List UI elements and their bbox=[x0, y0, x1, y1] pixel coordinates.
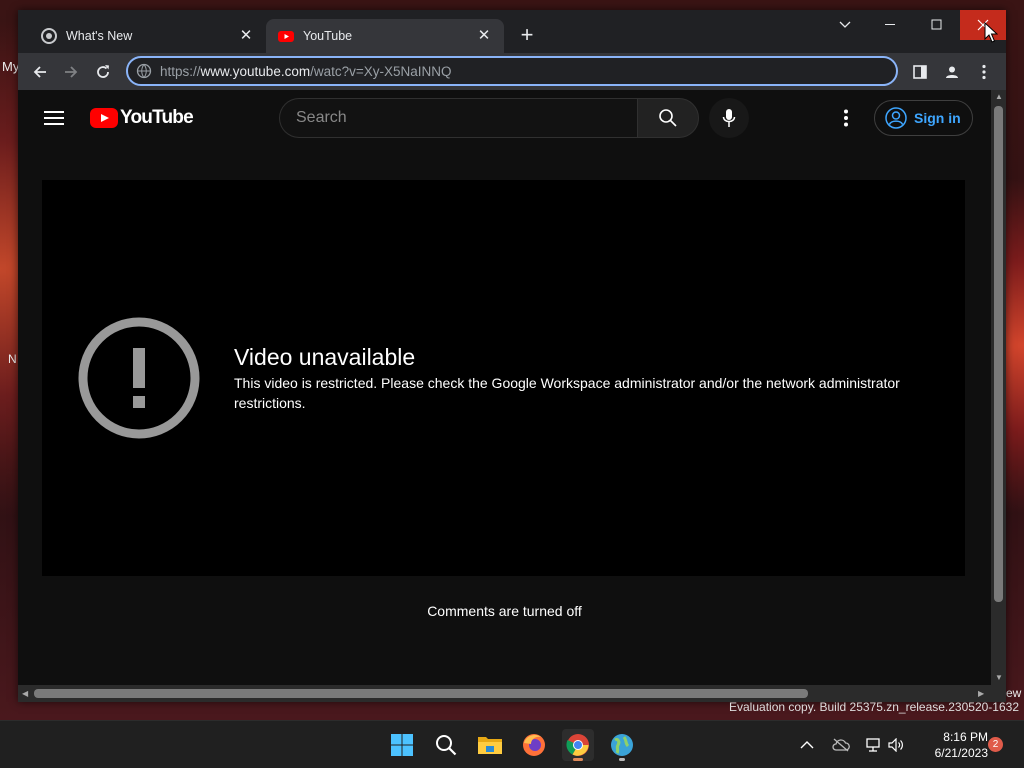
start-button[interactable] bbox=[386, 729, 418, 761]
new-tab-button[interactable]: + bbox=[516, 24, 538, 47]
search-icon bbox=[659, 109, 677, 127]
url-text: https://www.youtube.com/watc?v=Xy-X5NaIN… bbox=[160, 63, 452, 79]
side-panel-icon bbox=[913, 65, 927, 79]
evaluation-watermark: Evaluation copy. Build 25375.zn_release.… bbox=[729, 700, 1019, 714]
search-field[interactable] bbox=[279, 98, 637, 138]
arrow-left-icon bbox=[33, 66, 46, 78]
mouse-cursor-icon bbox=[984, 22, 998, 43]
youtube-logo-text: YouTube bbox=[120, 107, 194, 128]
scrollbar-thumb[interactable] bbox=[994, 106, 1003, 602]
site-info-icon[interactable] bbox=[136, 63, 152, 79]
windows-start-icon bbox=[391, 734, 413, 756]
desktop-label: ew bbox=[1006, 686, 1022, 700]
tab-strip: What's New ✕ YouTube ✕ + bbox=[18, 10, 1006, 53]
desktop-label: My bbox=[2, 59, 20, 74]
maximize-icon bbox=[931, 19, 942, 30]
tab-title: YouTube bbox=[303, 29, 353, 43]
back-button[interactable] bbox=[27, 59, 53, 85]
sign-in-label: Sign in bbox=[914, 110, 961, 126]
chevron-up-icon bbox=[800, 741, 814, 749]
tab-whats-new[interactable]: What's New ✕ bbox=[22, 19, 266, 53]
search-button[interactable] bbox=[637, 98, 699, 138]
kebab-menu-icon bbox=[844, 109, 848, 127]
close-window-button[interactable] bbox=[960, 10, 1006, 40]
browser-toolbar: https://www.youtube.com/watc?v=Xy-X5NaIN… bbox=[18, 53, 1006, 90]
taskbar-clock[interactable]: 8:16 PM 6/21/2023 bbox=[912, 729, 988, 761]
voice-search-button[interactable] bbox=[709, 98, 749, 138]
scroll-right-icon[interactable]: ▶ bbox=[978, 689, 984, 698]
network-button[interactable] bbox=[864, 721, 882, 768]
minimize-icon bbox=[885, 24, 895, 25]
sign-in-button[interactable]: Sign in bbox=[874, 100, 973, 136]
scroll-left-icon[interactable]: ◀ bbox=[22, 689, 28, 698]
youtube-favicon bbox=[278, 31, 294, 42]
side-panel-button[interactable] bbox=[907, 59, 933, 85]
address-bar[interactable]: https://www.youtube.com/watc?v=Xy-X5NaIN… bbox=[126, 56, 898, 86]
firefox-icon bbox=[523, 734, 545, 756]
maximize-button[interactable] bbox=[914, 10, 960, 40]
chevron-down-icon bbox=[839, 21, 851, 28]
tab-title: What's New bbox=[66, 29, 133, 43]
hamburger-menu-icon[interactable] bbox=[42, 108, 66, 128]
minimize-button[interactable] bbox=[868, 10, 914, 40]
folder-icon bbox=[478, 737, 502, 754]
reload-button[interactable] bbox=[90, 59, 116, 85]
comments-status: Comments are turned off bbox=[427, 603, 582, 619]
profile-icon bbox=[946, 66, 958, 78]
search-icon bbox=[436, 735, 457, 756]
running-app-indicator bbox=[619, 758, 625, 761]
scroll-down-icon[interactable]: ▼ bbox=[995, 673, 1003, 682]
tab-youtube[interactable]: YouTube ✕ bbox=[266, 19, 504, 53]
kebab-menu-icon bbox=[982, 64, 986, 80]
chrome-icon bbox=[566, 734, 589, 756]
settings-menu-button[interactable] bbox=[834, 106, 858, 130]
globe-app-button[interactable] bbox=[606, 729, 638, 761]
show-hidden-icons-button[interactable] bbox=[800, 721, 814, 768]
tab-search-button[interactable] bbox=[822, 10, 868, 40]
taskbar-search-button[interactable] bbox=[430, 729, 462, 761]
search-input[interactable] bbox=[296, 109, 616, 127]
chrome-menu-button[interactable] bbox=[971, 59, 997, 85]
firefox-button[interactable] bbox=[518, 729, 550, 761]
reload-icon bbox=[97, 65, 109, 78]
chrome-icon bbox=[41, 28, 57, 44]
file-explorer-button[interactable] bbox=[474, 729, 506, 761]
volume-button[interactable] bbox=[888, 721, 904, 768]
chrome-taskbar-button[interactable] bbox=[562, 729, 594, 761]
close-tab-icon[interactable]: ✕ bbox=[238, 28, 254, 44]
forward-button[interactable] bbox=[58, 59, 84, 85]
clock-time: 8:16 PM bbox=[943, 730, 988, 744]
active-app-indicator bbox=[573, 758, 583, 761]
microphone-icon bbox=[722, 109, 736, 127]
notification-badge[interactable]: 2 bbox=[988, 737, 1003, 752]
desktop-label: N bbox=[8, 352, 17, 366]
youtube-logo[interactable]: YouTube bbox=[90, 107, 194, 129]
video-player: Video unavailable This video is restrict… bbox=[42, 180, 965, 576]
chrome-window: What's New ✕ YouTube ✕ + https://www.you… bbox=[18, 10, 1006, 702]
error-message: This video is restricted. Please check t… bbox=[234, 375, 900, 411]
arrow-right-icon bbox=[65, 66, 78, 78]
vertical-scrollbar[interactable]: ▲ ▼ bbox=[991, 90, 1006, 685]
account-circle-icon bbox=[885, 107, 907, 129]
speaker-icon bbox=[888, 738, 903, 752]
network-icon bbox=[866, 738, 880, 752]
youtube-page: YouTube Sign in bbox=[18, 90, 991, 685]
taskbar: 8:16 PM 6/21/2023 bbox=[0, 720, 1024, 768]
globe-app-icon bbox=[611, 734, 633, 756]
scroll-up-icon[interactable]: ▲ bbox=[995, 92, 1003, 101]
youtube-play-icon bbox=[90, 108, 118, 128]
onedrive-button[interactable] bbox=[832, 721, 850, 768]
clock-date: 6/21/2023 bbox=[934, 746, 988, 760]
profile-button[interactable] bbox=[939, 59, 965, 85]
close-tab-icon[interactable]: ✕ bbox=[476, 28, 492, 44]
cloud-offline-icon bbox=[832, 738, 850, 752]
youtube-header: YouTube Sign in bbox=[18, 90, 991, 146]
exclamation-circle-icon bbox=[78, 317, 200, 439]
scrollbar-thumb[interactable] bbox=[34, 689, 808, 698]
error-title: Video unavailable bbox=[234, 344, 416, 370]
